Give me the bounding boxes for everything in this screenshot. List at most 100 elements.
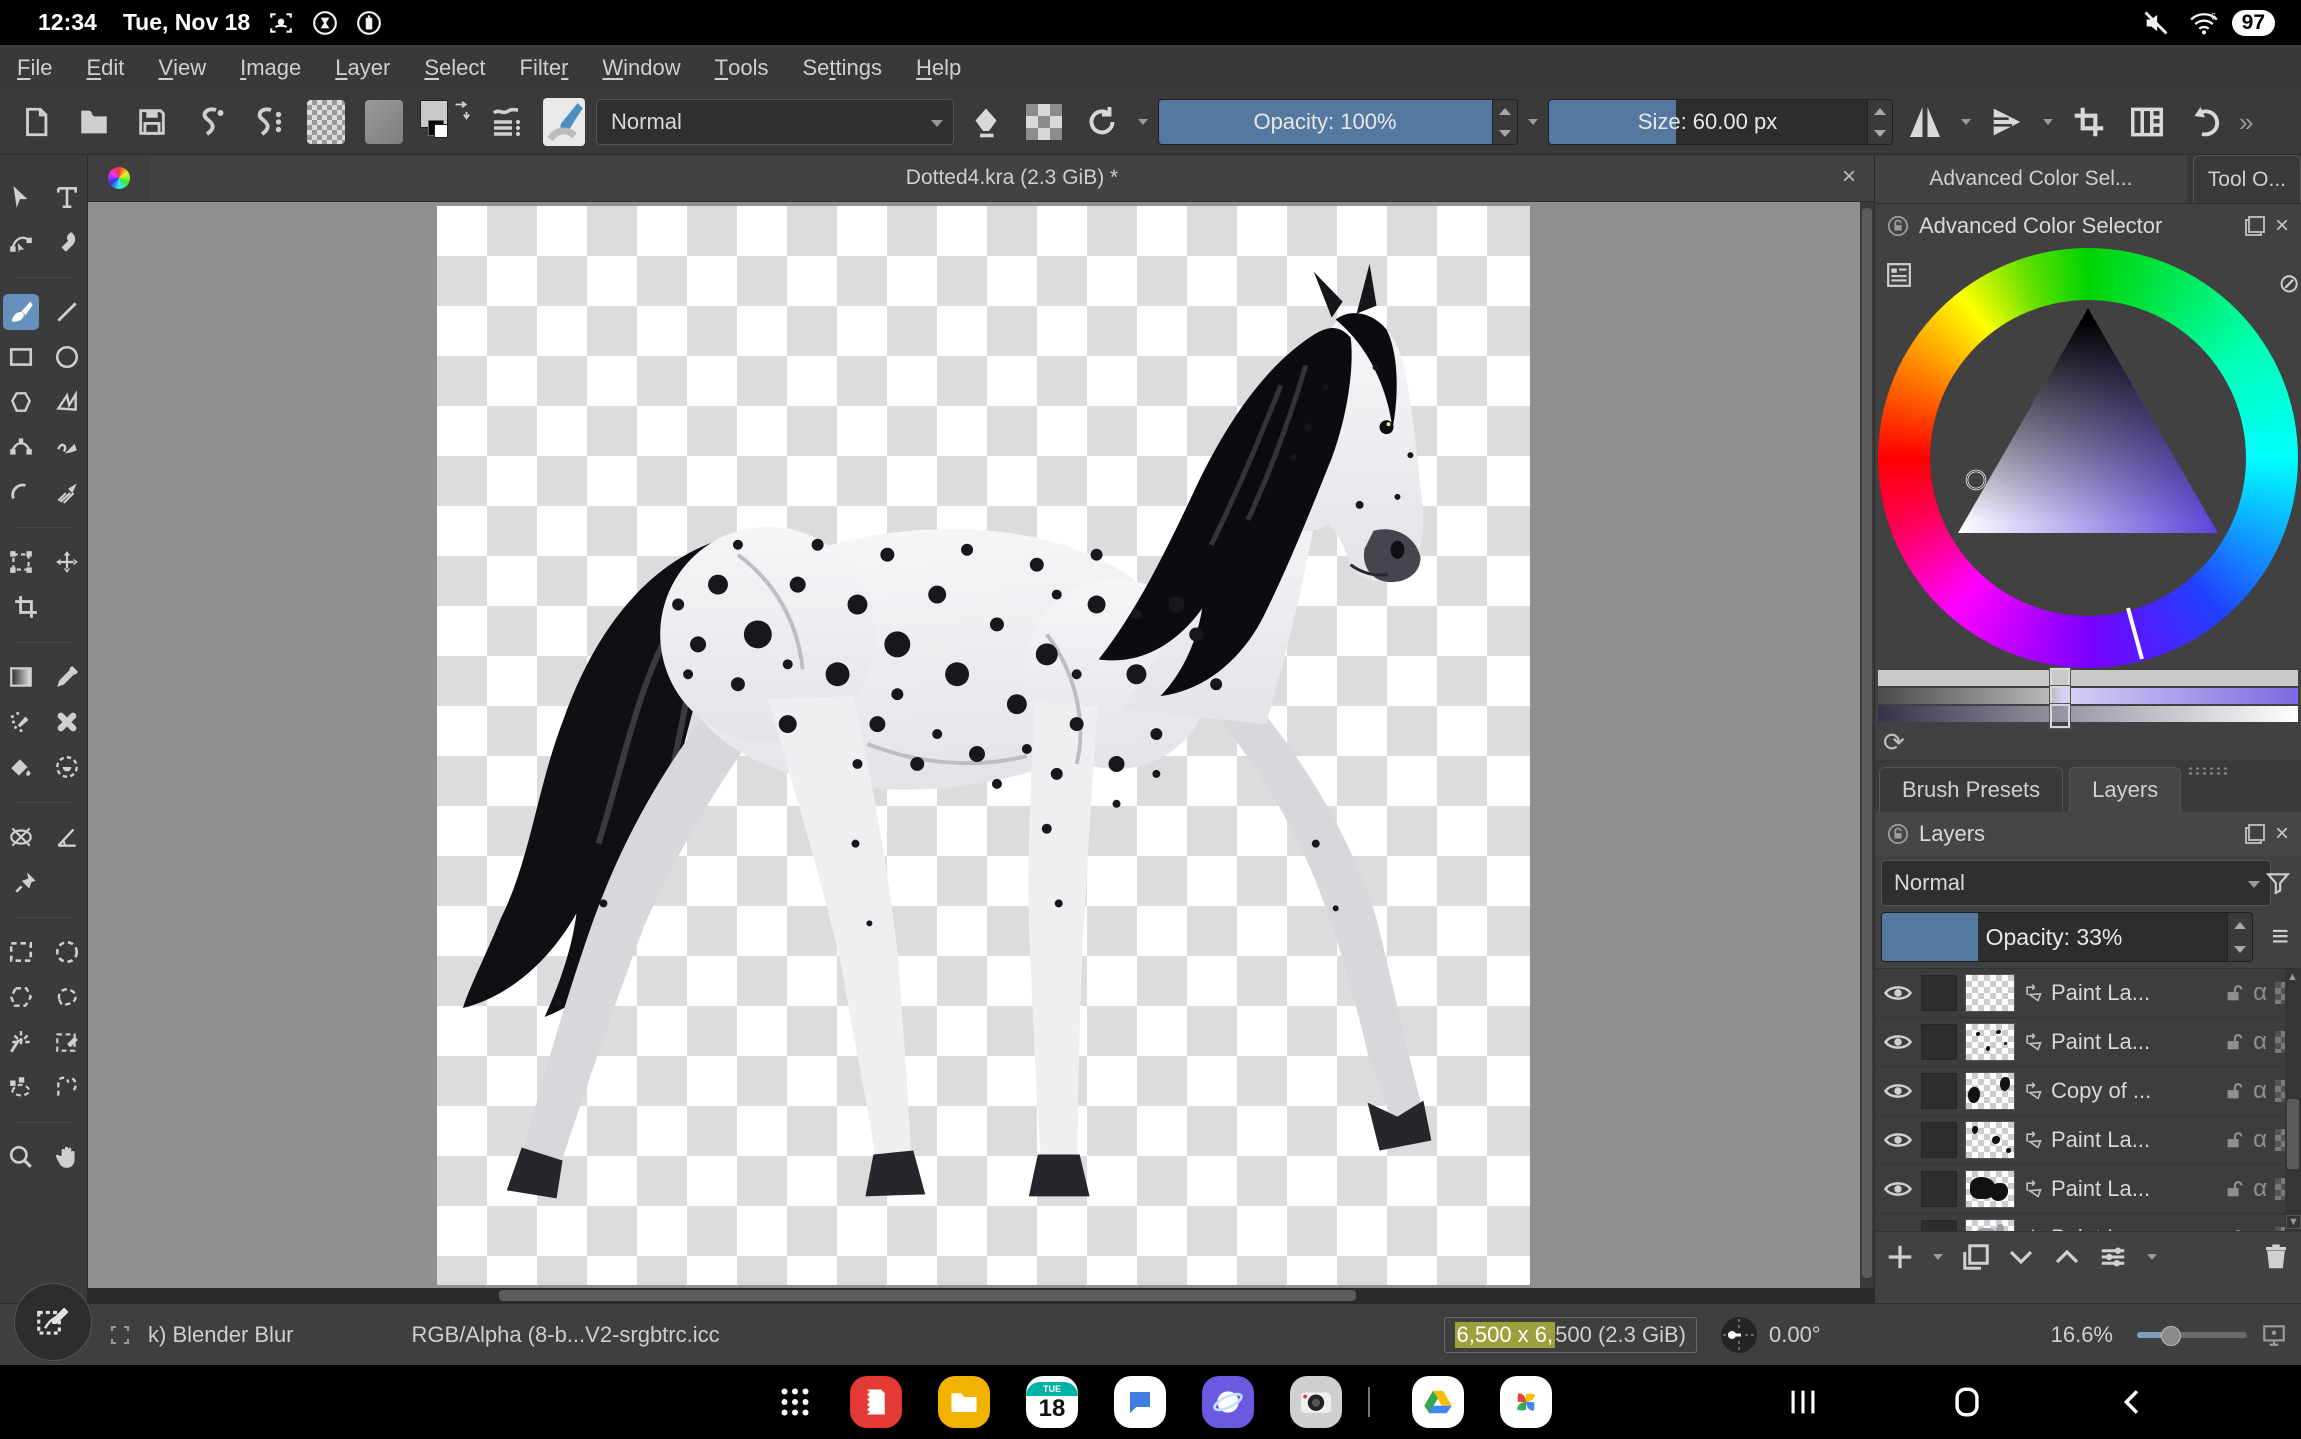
shade-bar-saturation[interactable] <box>1878 688 2298 704</box>
trim-image-button[interactable] <box>2063 96 2115 148</box>
layer-alpha-icon[interactable]: α <box>2253 1028 2267 1056</box>
layer-lock-icon[interactable] <box>2223 982 2245 1004</box>
tool-color-range-selection[interactable] <box>49 1024 85 1060</box>
add-layer-options-arrow[interactable] <box>1933 1254 1943 1260</box>
inherit-alpha-icon[interactable] <box>2023 1081 2043 1101</box>
inherit-alpha-icon[interactable] <box>2023 1179 2043 1199</box>
inherit-alpha-icon[interactable] <box>2023 983 2043 1003</box>
layer-thumbnail[interactable] <box>1965 1170 2015 1208</box>
layer-row[interactable]: Copy of ... α <box>1875 1067 2301 1116</box>
stroke-smoothing-icon[interactable] <box>184 96 236 148</box>
reload-options-arrow[interactable] <box>1138 119 1148 125</box>
layer-visible-icon[interactable] <box>1883 1178 1913 1200</box>
layer-blend-mode-dropdown[interactable]: Normal <box>1881 860 2271 906</box>
layer-visible-icon[interactable] <box>1883 982 1913 1004</box>
inherit-alpha-icon[interactable] <box>2023 1032 2043 1052</box>
brush-blending-mode-dropdown[interactable]: Normal <box>596 99 954 145</box>
layer-thumbnail[interactable] <box>1965 1219 2015 1231</box>
stroke-stabilizer-icon[interactable] <box>242 96 294 148</box>
current-brush-name[interactable]: k) Blender Blur <box>148 1322 294 1348</box>
scroll-corner-icon[interactable]: ▼ <box>2286 1215 2301 1229</box>
layer-list-scrollbar[interactable]: ▲ ▼ <box>2285 969 2301 1231</box>
photos-app-icon[interactable] <box>1500 1376 1552 1428</box>
tool-ellipse-selection[interactable] <box>49 934 85 970</box>
canvas-horizontal-scrollbar[interactable] <box>88 1288 1874 1303</box>
undo-button[interactable] <box>2179 96 2231 148</box>
mirror-vertical-button[interactable] <box>1981 96 2033 148</box>
menu-image[interactable]: Image <box>223 45 318 90</box>
layer-thumbnail[interactable] <box>1965 1072 2015 1110</box>
docker-drag-handle[interactable] <box>2187 766 2231 775</box>
layer-menu-icon[interactable]: ≡ <box>2271 924 2289 950</box>
camera-app-icon[interactable] <box>1290 1376 1342 1428</box>
app-drawer-button[interactable] <box>769 1376 821 1428</box>
browser-app-icon[interactable] <box>1202 1376 1254 1428</box>
layer-color-label[interactable] <box>1921 1220 1957 1231</box>
notes-app-icon[interactable] <box>850 1376 902 1428</box>
tool-bezier-selection[interactable] <box>3 1069 39 1105</box>
layer-alpha-icon[interactable]: α <box>2253 1126 2267 1154</box>
sv-triangle[interactable] <box>1878 248 2298 668</box>
tab-layers[interactable]: Layers <box>2069 767 2181 812</box>
layer-visible-icon[interactable] <box>1883 1031 1913 1053</box>
no-color-icon[interactable]: ⊘ <box>2278 268 2300 299</box>
preserve-alpha-button[interactable] <box>1018 96 1070 148</box>
tool-move[interactable] <box>49 544 85 580</box>
menu-select[interactable]: Select <box>407 45 502 90</box>
layer-opacity-spin[interactable] <box>2227 913 2252 961</box>
tool-polygonal-selection[interactable] <box>3 979 39 1015</box>
tool-measure[interactable] <box>49 819 85 855</box>
brush-size-slider[interactable]: Size: 60.00 px <box>1548 99 1893 145</box>
menu-file[interactable]: File <box>0 45 69 90</box>
canvas-vertical-scrollbar[interactable] <box>1860 202 1874 1288</box>
tool-reference-images[interactable] <box>8 864 44 900</box>
layer-color-label[interactable] <box>1921 1171 1957 1207</box>
fit-zoom-icon[interactable] <box>2261 1322 2287 1348</box>
shade-bar-hue[interactable] <box>1878 670 2298 686</box>
drive-app-icon[interactable] <box>1412 1376 1464 1428</box>
canvas-rotation-dial[interactable] <box>1719 1315 1759 1355</box>
layer-visible-icon[interactable] <box>1883 1227 1913 1231</box>
docker-lock-icon[interactable] <box>1887 215 1909 237</box>
reload-preset-button[interactable] <box>1076 96 1128 148</box>
tool-rect-selection[interactable] <box>3 934 39 970</box>
delete-layer-button[interactable] <box>2261 1241 2291 1273</box>
scroll-up-icon[interactable]: ▲ <box>2287 971 2298 983</box>
menu-help[interactable]: Help <box>899 45 978 90</box>
layer-lock-icon[interactable] <box>2223 1227 2245 1231</box>
tool-line[interactable] <box>49 294 85 330</box>
refresh-shades-icon[interactable]: ⟳ <box>1883 727 1905 758</box>
float-docker-icon[interactable] <box>2245 216 2265 236</box>
layer-color-label[interactable] <box>1921 1024 1957 1060</box>
menu-view[interactable]: View <box>141 45 223 90</box>
layer-alpha-icon[interactable]: α <box>2253 979 2267 1007</box>
workspace-chooser-button[interactable] <box>2121 96 2173 148</box>
layer-lock-icon[interactable] <box>2223 1178 2245 1200</box>
move-layer-up-button[interactable] <box>2051 1242 2083 1272</box>
menu-settings[interactable]: Settings <box>785 45 899 90</box>
layer-color-label[interactable] <box>1921 1073 1957 1109</box>
add-layer-button[interactable] <box>1885 1242 1915 1272</box>
tool-magnetic-selection[interactable] <box>49 1069 85 1105</box>
mirror-horizontal-button[interactable] <box>1899 96 1951 148</box>
tool-polygon[interactable] <box>3 384 39 420</box>
gradient-swatch[interactable] <box>358 96 410 148</box>
tool-edit-shapes[interactable] <box>3 224 39 260</box>
size-spin-buttons[interactable] <box>1867 100 1892 144</box>
toolbar-overflow-icon[interactable]: » <box>2239 107 2253 138</box>
home-button[interactable] <box>1934 1365 2000 1439</box>
tab-advanced-color-selector[interactable]: Advanced Color Sel... <box>1875 155 2187 203</box>
tool-freehand-selection[interactable] <box>49 979 85 1015</box>
new-document-button[interactable] <box>10 96 62 148</box>
layer-lock-icon[interactable] <box>2223 1031 2245 1053</box>
color-wheel[interactable]: ⊘ <box>1878 248 2298 668</box>
save-button[interactable] <box>126 96 178 148</box>
opacity-slider[interactable]: Opacity: 100% <box>1158 99 1518 145</box>
tool-text[interactable] <box>49 179 85 215</box>
brush-preset-preview[interactable] <box>538 96 590 148</box>
layer-thumbnail[interactable] <box>1965 1023 2015 1061</box>
tool-freehand-path[interactable] <box>49 429 85 465</box>
layer-alpha-icon[interactable]: α <box>2253 1224 2267 1231</box>
tool-dynamic-brush[interactable] <box>3 474 39 510</box>
menu-filter[interactable]: Filter <box>503 45 586 90</box>
